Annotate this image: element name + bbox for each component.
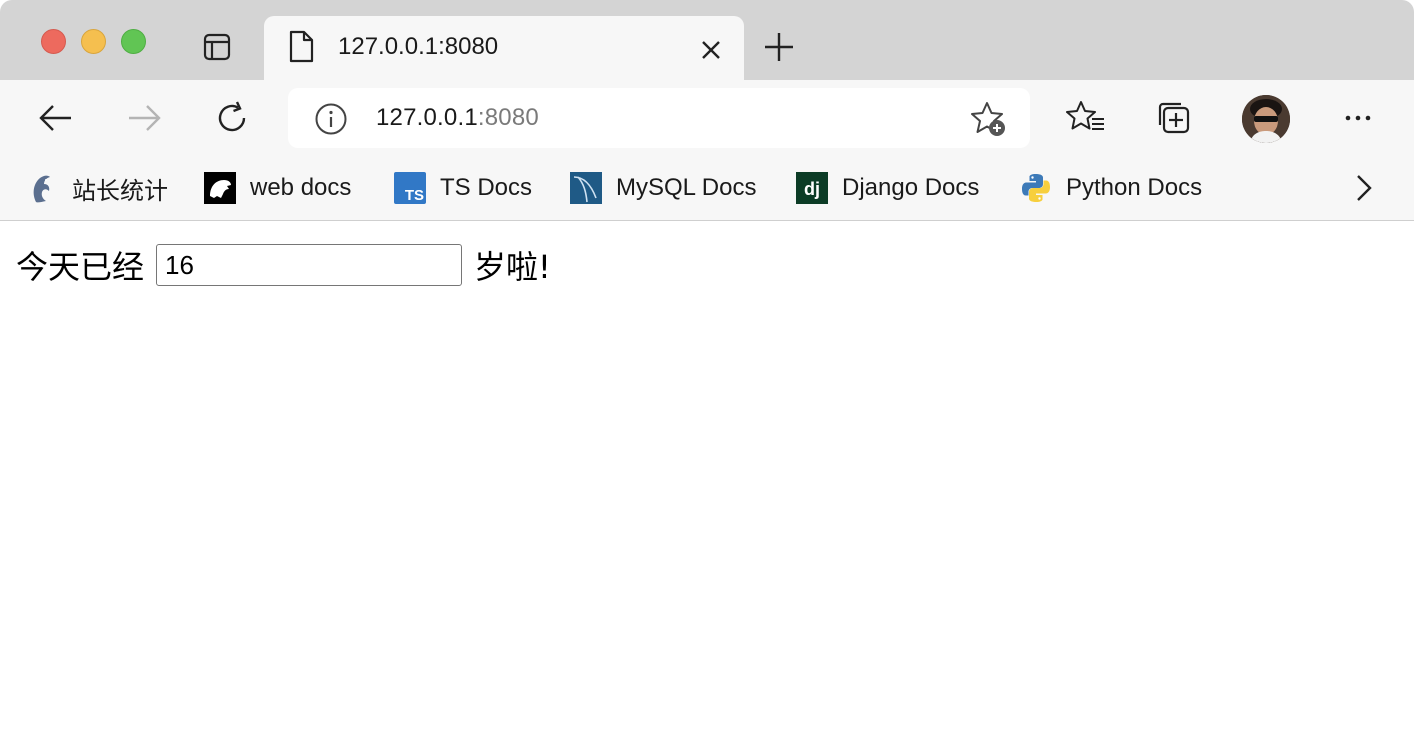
url-port: :8080 (477, 104, 539, 131)
bookmark-label: Django Docs (842, 174, 980, 201)
bookmark-item[interactable]: Python Docs (1020, 168, 1202, 208)
favorites-list-icon (1066, 101, 1104, 130)
age-input[interactable] (156, 244, 463, 286)
django-icon: dj (796, 172, 828, 204)
bookmark-label: MySQL Docs (616, 174, 757, 201)
forward-button[interactable] (124, 98, 164, 138)
url-text[interactable]: 127.0.0.1:8080 (376, 104, 539, 132)
url-host: 127.0.0.1 (376, 104, 478, 131)
address-bar[interactable]: 127.0.0.1:8080 (288, 88, 1030, 148)
svg-text:dj: dj (804, 179, 820, 199)
mysql-icon (570, 172, 602, 204)
bookmark-item[interactable]: dj Django Docs (796, 168, 979, 208)
favorites-button[interactable] (1066, 98, 1106, 138)
tab-actions-icon (203, 33, 231, 61)
bookmark-item[interactable]: 站长统计 (26, 168, 168, 208)
bookmark-label: 站长统计 (72, 177, 168, 205)
window-maximize-button[interactable] (121, 29, 146, 54)
svg-text:TS: TS (405, 187, 424, 204)
age-prefix-text: 今天已经 (16, 248, 145, 286)
active-tab[interactable]: 127.0.0.1:8080 (264, 16, 744, 80)
profile-avatar[interactable] (1242, 95, 1290, 143)
add-favorite-icon[interactable] (970, 100, 1010, 140)
favorites-bar: 站长统计 web docs TS TS Docs MySQL Docs dj D… (0, 156, 1414, 221)
navigation-toolbar: 127.0.0.1:8080 (0, 80, 1414, 156)
back-arrow-icon (39, 105, 71, 131)
window-close-button[interactable] (41, 29, 66, 54)
bookmark-label: TS Docs (440, 174, 533, 201)
back-button[interactable] (36, 98, 76, 138)
settings-more-button[interactable] (1338, 98, 1378, 138)
bookmark-item[interactable]: TS TS Docs (394, 168, 532, 208)
more-options-icon (1345, 115, 1371, 121)
mdn-icon (204, 172, 236, 204)
document-icon (289, 30, 314, 63)
tab-actions-button[interactable] (200, 30, 234, 64)
new-tab-icon[interactable] (760, 28, 798, 66)
age-sentence: 今天已经 岁啦! (16, 242, 551, 288)
collections-icon (1158, 102, 1190, 134)
tab-title: 127.0.0.1:8080 (338, 33, 499, 60)
tab-strip: 127.0.0.1:8080 (0, 0, 1414, 80)
chevron-right-icon[interactable] (1348, 170, 1380, 206)
ts-icon: TS (394, 172, 426, 204)
age-suffix-text: 岁啦! (474, 248, 551, 286)
forward-arrow-icon (129, 105, 161, 131)
reload-button[interactable] (212, 98, 252, 138)
dolphin-icon (26, 172, 58, 204)
page-content: 今天已经 岁啦! (0, 222, 1414, 750)
browser-window: 127.0.0.1:8080 127.0.0.1:8080 站长统计 web d… (0, 0, 1414, 750)
tab-close-icon[interactable] (696, 35, 726, 65)
bookmark-label: Python Docs (1066, 174, 1203, 201)
bookmark-item[interactable]: MySQL Docs (570, 168, 756, 208)
profile-photo (1242, 95, 1290, 143)
python-icon (1020, 172, 1052, 204)
bookmark-label: web docs (250, 174, 352, 201)
info-icon[interactable] (314, 102, 348, 136)
window-minimize-button[interactable] (81, 29, 106, 54)
collections-button[interactable] (1154, 98, 1194, 138)
bookmark-item[interactable]: web docs (204, 168, 351, 208)
reload-icon (218, 101, 246, 132)
